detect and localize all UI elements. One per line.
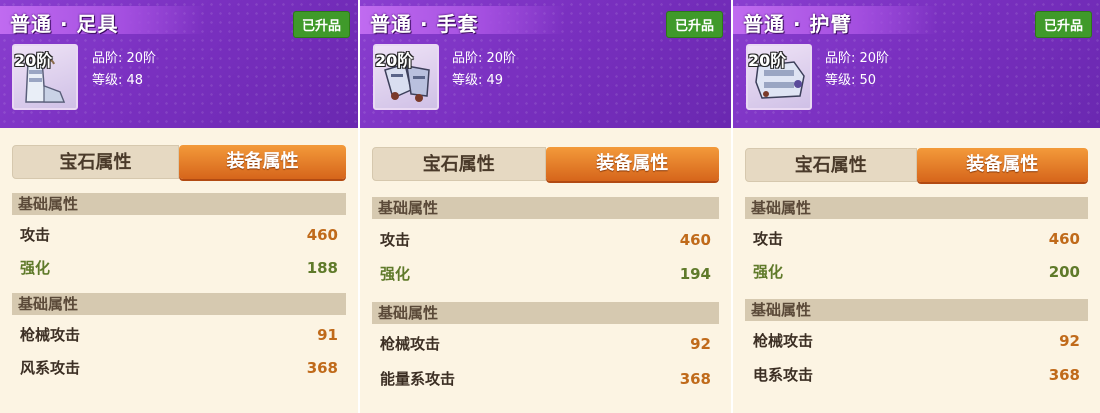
grade-text: 品阶: 20阶 <box>452 51 517 66</box>
stat-value: 460 <box>679 231 711 249</box>
stat-value: 92 <box>1059 332 1080 350</box>
section-header: 基础属性 <box>12 293 346 315</box>
equipment-card-boots: 普通 · 足具 已升品 20阶 品阶: 20阶 等级: 48 宝石属性 装备属性… <box>0 0 358 413</box>
attribute-tabs: 宝石属性 装备属性 <box>12 145 346 181</box>
stat-value: 188 <box>306 259 338 277</box>
stat-row: 枪械攻击 91 <box>20 324 338 346</box>
stat-value: 200 <box>1048 263 1080 281</box>
stat-name: 枪械攻击 <box>753 332 814 350</box>
stat-name: 强化 <box>380 265 411 283</box>
upgraded-badge: 已升品 <box>1034 11 1092 38</box>
tier-label: 20阶 <box>748 51 787 70</box>
item-title: 普通 · 护臂 <box>743 12 852 36</box>
section-header: 基础属性 <box>12 193 346 215</box>
stat-row: 攻击 460 <box>753 228 1080 250</box>
grade-text: 品阶: 20阶 <box>825 51 890 66</box>
stat-row: 枪械攻击 92 <box>753 330 1080 352</box>
stat-row: 能量系攻击 368 <box>380 368 711 390</box>
equipment-card-bracer: 普通 · 护臂 已升品 20阶 品阶: 20阶 等级: 50 宝石属性 装备属性… <box>733 0 1100 413</box>
stat-value: 368 <box>306 359 338 377</box>
section-header: 基础属性 <box>745 197 1088 219</box>
stat-row: 攻击 460 <box>20 224 338 246</box>
level-text: 等级: 48 <box>92 73 144 88</box>
stat-name: 能量系攻击 <box>380 370 456 388</box>
stat-row: 强化 188 <box>20 257 338 279</box>
stat-value: 460 <box>1048 230 1080 248</box>
stat-name: 强化 <box>753 263 784 281</box>
item-icon-slot[interactable]: 20阶 <box>746 44 812 110</box>
grade-text: 品阶: 20阶 <box>92 51 157 66</box>
stat-name: 枪械攻击 <box>20 326 81 344</box>
item-title: 普通 · 足具 <box>10 12 119 36</box>
stat-row: 风系攻击 368 <box>20 357 338 379</box>
stat-name: 风系攻击 <box>20 359 81 377</box>
stat-value: 368 <box>679 370 711 388</box>
section-header: 基础属性 <box>372 302 719 324</box>
stat-row: 强化 200 <box>753 261 1080 283</box>
upgraded-badge: 已升品 <box>292 11 350 38</box>
tab-equipment-attributes[interactable]: 装备属性 <box>545 147 719 181</box>
stat-name: 枪械攻击 <box>380 335 441 353</box>
level-text: 等级: 49 <box>452 73 504 88</box>
item-icon-slot[interactable]: 20阶 <box>373 44 439 110</box>
item-icon-slot[interactable]: 20阶 <box>12 44 78 110</box>
stat-value: 91 <box>317 326 338 344</box>
attribute-tabs: 宝石属性 装备属性 <box>372 147 719 183</box>
stat-name: 强化 <box>20 259 51 277</box>
tab-gem-attributes[interactable]: 宝石属性 <box>745 148 917 182</box>
stat-row: 强化 194 <box>380 263 711 285</box>
attribute-tabs: 宝石属性 装备属性 <box>745 148 1088 184</box>
stat-row: 电系攻击 368 <box>753 364 1080 386</box>
stat-row: 攻击 460 <box>380 229 711 251</box>
stat-name: 攻击 <box>753 230 784 248</box>
stat-value: 368 <box>1048 366 1080 384</box>
upgraded-badge: 已升品 <box>665 11 723 38</box>
tab-equipment-attributes[interactable]: 装备属性 <box>179 145 346 179</box>
tab-equipment-attributes[interactable]: 装备属性 <box>916 148 1088 182</box>
stat-name: 电系攻击 <box>753 366 814 384</box>
tab-gem-attributes[interactable]: 宝石属性 <box>12 145 179 179</box>
section-header: 基础属性 <box>372 197 719 219</box>
tab-gem-attributes[interactable]: 宝石属性 <box>372 147 546 181</box>
tier-label: 20阶 <box>375 51 414 70</box>
stat-value: 92 <box>690 335 711 353</box>
stat-value: 460 <box>306 226 338 244</box>
item-title: 普通 · 手套 <box>370 12 479 36</box>
stat-name: 攻击 <box>380 231 411 249</box>
section-header: 基础属性 <box>745 299 1088 321</box>
stat-row: 枪械攻击 92 <box>380 333 711 355</box>
stat-value: 194 <box>679 265 711 283</box>
stat-name: 攻击 <box>20 226 51 244</box>
tier-label: 20阶 <box>14 51 53 70</box>
level-text: 等级: 50 <box>825 73 877 88</box>
equipment-card-gloves: 普通 · 手套 已升品 20阶 品阶: 20阶 等级: 49 宝石属性 装备属性… <box>360 0 731 413</box>
